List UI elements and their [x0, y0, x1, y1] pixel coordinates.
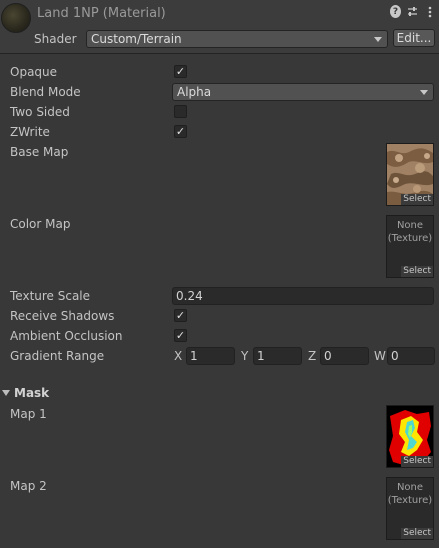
- chevron-down-icon: [374, 37, 382, 42]
- ambient-occlusion-label: Ambient Occlusion: [10, 329, 123, 343]
- material-preview-icon: [1, 3, 31, 33]
- texture-text: (Texture): [387, 233, 433, 244]
- none-text: None: [396, 220, 424, 231]
- mask-title: Mask: [14, 386, 50, 400]
- blend-mode-dropdown[interactable]: Alpha: [172, 83, 434, 101]
- opaque-checkbox[interactable]: ✓: [174, 65, 187, 78]
- gradient-x-input[interactable]: 1: [186, 347, 235, 365]
- material-title: Land 1NP (Material): [37, 6, 166, 21]
- map2-texture-slot[interactable]: None (Texture) Select: [386, 477, 434, 540]
- ambient-occlusion-checkbox[interactable]: ✓: [174, 329, 187, 342]
- mask-foldout[interactable]: Mask: [0, 386, 49, 400]
- two-sided-checkbox[interactable]: [174, 105, 187, 118]
- gradient-z-label[interactable]: Z: [308, 349, 316, 363]
- texture-scale-label: Texture Scale: [10, 289, 91, 303]
- receive-shadows-label: Receive Shadows: [10, 309, 115, 323]
- base-map-label: Base Map: [10, 145, 69, 159]
- base-map-select-button[interactable]: Select: [401, 194, 433, 205]
- gradient-y-input[interactable]: 1: [253, 347, 302, 365]
- two-sided-label: Two Sided: [10, 105, 70, 119]
- zwrite-checkbox[interactable]: ✓: [174, 125, 187, 138]
- color-map-label: Color Map: [10, 217, 71, 231]
- gradient-z-input[interactable]: 0: [320, 347, 369, 365]
- color-map-texture-slot[interactable]: None (Texture) Select: [386, 215, 434, 278]
- more-icon[interactable]: [424, 5, 435, 18]
- blend-mode-label: Blend Mode: [10, 85, 81, 99]
- header-icons: ?: [390, 5, 435, 18]
- map2-select-button[interactable]: Select: [401, 528, 433, 539]
- gradient-y-label[interactable]: Y: [241, 349, 248, 363]
- base-map-texture-slot[interactable]: Select: [386, 143, 434, 206]
- map1-select-button[interactable]: Select: [401, 456, 433, 467]
- chevron-down-icon: [420, 90, 428, 95]
- shader-label: Shader: [34, 32, 77, 46]
- map1-label: Map 1: [10, 407, 47, 421]
- map2-empty-text: None (Texture): [387, 481, 433, 507]
- gradient-x-label[interactable]: X: [174, 349, 182, 363]
- texture-scale-input[interactable]: 0.24: [172, 287, 434, 305]
- gradient-w-label[interactable]: W: [374, 349, 386, 363]
- preset-icon[interactable]: [407, 5, 418, 18]
- foldout-arrow-icon: [2, 390, 10, 396]
- blend-mode-value: Alpha: [177, 85, 212, 99]
- help-icon[interactable]: ?: [390, 5, 401, 18]
- edit-shader-button[interactable]: Edit...: [393, 29, 435, 47]
- receive-shadows-checkbox[interactable]: ✓: [174, 309, 187, 322]
- shader-dropdown[interactable]: Custom/Terrain: [86, 30, 388, 48]
- none-text: None: [396, 482, 424, 493]
- color-map-empty-text: None (Texture): [387, 219, 433, 245]
- shader-value: Custom/Terrain: [91, 32, 182, 46]
- gradient-w-input[interactable]: 0: [387, 347, 435, 365]
- map1-texture-slot[interactable]: Select: [386, 405, 434, 468]
- opaque-label: Opaque: [10, 65, 58, 79]
- material-header: Land 1NP (Material) ? Shader Custom/Terr…: [0, 0, 439, 54]
- zwrite-label: ZWrite: [10, 125, 50, 139]
- texture-text: (Texture): [387, 495, 433, 506]
- color-map-select-button[interactable]: Select: [401, 266, 433, 277]
- gradient-range-label: Gradient Range: [10, 349, 105, 363]
- map2-label: Map 2: [10, 479, 47, 493]
